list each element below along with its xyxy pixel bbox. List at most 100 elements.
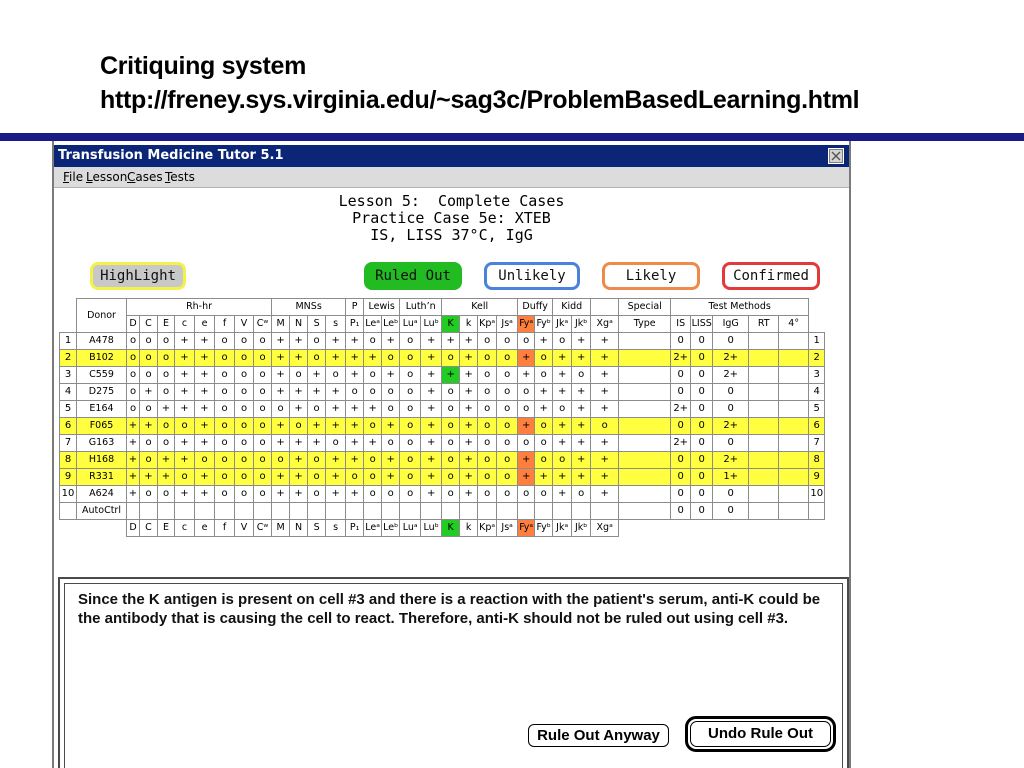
antigen-column-footer[interactable]: Xgᵃ: [590, 519, 620, 537]
likely-button[interactable]: Likely: [602, 262, 700, 290]
antigen-column-footer[interactable]: k: [459, 519, 479, 537]
antigen-cell: +: [590, 366, 620, 384]
antigen-column-footer[interactable]: D: [126, 519, 140, 537]
antigen-column-header[interactable]: Fyᵇ: [534, 315, 554, 333]
antigen-cell: o: [571, 366, 592, 384]
antigen-column-header[interactable]: Jsᵃ: [496, 315, 519, 333]
test-result-cell: 0: [670, 417, 692, 435]
row-number-right: 4: [808, 383, 826, 401]
antigen-column-footer[interactable]: e: [194, 519, 215, 537]
antigen-cell: +: [441, 332, 461, 350]
antigen-column-footer[interactable]: Cʷ: [252, 519, 273, 537]
antigen-column-header[interactable]: S: [307, 315, 327, 333]
antigen-column-header[interactable]: D: [126, 315, 140, 333]
antigen-column-footer[interactable]: Fyᵃ: [517, 519, 536, 537]
donor-id: A624: [76, 485, 127, 503]
antigen-column-header[interactable]: K: [441, 315, 461, 333]
antigen-column-header[interactable]: Kpᵃ: [477, 315, 498, 333]
antigen-cell: +: [420, 417, 443, 435]
antigen-column-footer[interactable]: s: [325, 519, 347, 537]
antigen-column-header[interactable]: N: [289, 315, 309, 333]
antigen-column-footer[interactable]: c: [174, 519, 195, 537]
window-titlebar[interactable]: Transfusion Medicine Tutor 5.1: [54, 145, 849, 167]
antigen-column-header[interactable]: Luᵃ: [399, 315, 422, 333]
row-number-right: 10: [808, 485, 826, 503]
antigen-column-footer[interactable]: N: [289, 519, 309, 537]
antigen-column-header[interactable]: Xgᵃ: [590, 315, 620, 333]
antigen-cell: [571, 502, 592, 520]
test-result-cell: 0: [690, 434, 714, 452]
antigen-cell: +: [194, 417, 215, 435]
antigen-column-header[interactable]: Jkᵃ: [552, 315, 573, 333]
antigen-cell: +: [459, 400, 479, 418]
undo-rule-out-button-frame[interactable]: Undo Rule Out: [685, 716, 836, 752]
antigen-cell: [441, 502, 461, 520]
menu-tests[interactable]: Tests: [165, 170, 195, 184]
antigen-column-header[interactable]: Leᵇ: [381, 315, 401, 333]
antigen-cell: o: [157, 366, 175, 384]
antigen-column-footer[interactable]: Luᵃ: [399, 519, 422, 537]
antigen-column-footer[interactable]: C: [139, 519, 158, 537]
antigen-cell: +: [420, 451, 443, 469]
antigen-column-footer[interactable]: Jsᵃ: [496, 519, 519, 537]
antigen-column-header[interactable]: f: [214, 315, 235, 333]
antigen-column-header[interactable]: C: [139, 315, 158, 333]
antigen-cell: o: [174, 417, 195, 435]
highlight-button[interactable]: HighLight: [90, 262, 186, 290]
close-icon[interactable]: [828, 148, 844, 164]
antigen-column-footer[interactable]: Leᵃ: [363, 519, 383, 537]
antigen-cell: o: [126, 332, 140, 350]
antigen-cell: +: [325, 332, 347, 350]
undo-rule-out-button[interactable]: Undo Rule Out: [690, 721, 831, 747]
antigen-column-header[interactable]: Jkᵇ: [571, 315, 592, 333]
menu-lesson[interactable]: Lesson: [86, 170, 127, 184]
antigen-column-footer[interactable]: Kpᵃ: [477, 519, 498, 537]
test-result-cell: [778, 451, 810, 469]
antigen-column-footer[interactable]: K: [441, 519, 461, 537]
confirmed-button[interactable]: Confirmed: [722, 262, 820, 290]
antigen-column-footer[interactable]: Fyᵇ: [534, 519, 554, 537]
test-result-cell: [748, 417, 780, 435]
antigen-group-header: Kell: [441, 298, 519, 316]
antigen-cell: o: [139, 332, 158, 350]
menu-file[interactable]: File: [63, 170, 83, 184]
antigen-cell: [214, 502, 235, 520]
antigen-column-header[interactable]: k: [459, 315, 479, 333]
antigen-column-footer[interactable]: P₁: [345, 519, 365, 537]
antigen-cell: +: [552, 349, 573, 367]
antigen-column-header[interactable]: M: [271, 315, 291, 333]
ruled-out-button[interactable]: Ruled Out: [364, 262, 462, 290]
antigen-column-footer[interactable]: M: [271, 519, 291, 537]
unlikely-button[interactable]: Unlikely: [484, 262, 580, 290]
antigen-cell: +: [590, 451, 620, 469]
antigen-cell: o: [307, 451, 327, 469]
antigen-column-header[interactable]: P₁: [345, 315, 365, 333]
antigen-cell: [234, 502, 254, 520]
antigen-column-header[interactable]: Cʷ: [252, 315, 273, 333]
antigen-cell: o: [157, 332, 175, 350]
antigen-column-footer[interactable]: f: [214, 519, 235, 537]
menu-cases[interactable]: Cases: [127, 170, 163, 184]
antigen-column-header[interactable]: c: [174, 315, 195, 333]
antigen-cell: o: [157, 485, 175, 503]
antigen-column-footer[interactable]: V: [234, 519, 254, 537]
antigen-column-header[interactable]: E: [157, 315, 175, 333]
antigen-cell: +: [271, 332, 291, 350]
antigen-cell: [139, 502, 158, 520]
antigen-column-header[interactable]: Luᵇ: [420, 315, 443, 333]
antigen-column-footer[interactable]: S: [307, 519, 327, 537]
antigen-cell: +: [420, 468, 443, 486]
antigen-column-header[interactable]: Fyᵃ: [517, 315, 536, 333]
antigen-column-footer[interactable]: E: [157, 519, 175, 537]
auto-control-row: AutoCtrl 0 0 0: [59, 502, 826, 520]
antigen-column-header[interactable]: V: [234, 315, 254, 333]
antigen-column-footer[interactable]: Luᵇ: [420, 519, 443, 537]
antigen-column-header[interactable]: Leᵃ: [363, 315, 383, 333]
antigen-cell: +: [363, 400, 383, 418]
antigen-column-footer[interactable]: Jkᵃ: [552, 519, 573, 537]
antigen-column-footer[interactable]: Jkᵇ: [571, 519, 592, 537]
antigen-column-header[interactable]: e: [194, 315, 215, 333]
rule-out-anyway-button[interactable]: Rule Out Anyway: [528, 724, 669, 747]
antigen-column-footer[interactable]: Leᵇ: [381, 519, 401, 537]
antigen-column-header[interactable]: s: [325, 315, 347, 333]
